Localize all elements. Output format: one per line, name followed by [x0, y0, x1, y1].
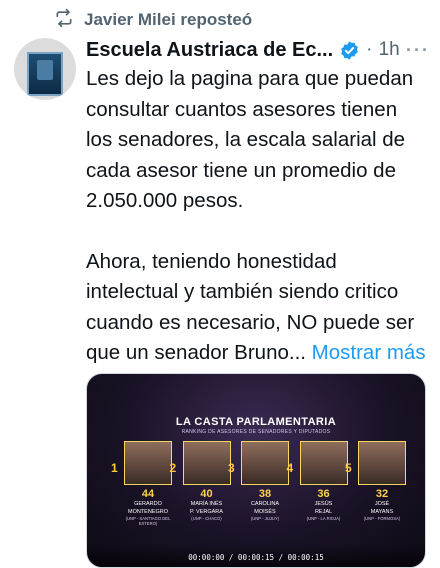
- verified-badge-icon[interactable]: [339, 40, 360, 61]
- tweet-paragraph-2: Ahora, teniendo honestidad intelectual y…: [86, 247, 426, 369]
- senator-name-line2: REJAL: [314, 508, 333, 515]
- senator-photo: [241, 441, 289, 485]
- repost-header: Javier Milei reposteó: [54, 8, 252, 32]
- rank-number: 2: [169, 461, 177, 475]
- avatar-image: [27, 52, 63, 96]
- rank-number: 1: [111, 461, 118, 475]
- rank-number: 4: [286, 461, 294, 475]
- advisor-count: 32: [375, 488, 389, 500]
- video-media[interactable]: LA CASTA PARLAMENTARIA RANKING DE ASESOR…: [86, 373, 426, 568]
- author-avatar[interactable]: [14, 38, 76, 100]
- senator-name-line1: CAROLINA: [250, 501, 280, 507]
- tweet-text: Les dejo la pagina para que puedan consu…: [86, 64, 426, 369]
- senator-photo: [358, 441, 406, 485]
- senator-photo: [182, 441, 231, 485]
- senator-province: (UNP - LA RIOJA): [306, 516, 341, 521]
- show-more-link[interactable]: Mostrar más: [312, 341, 426, 364]
- senator-province: (UNP - CHACO): [191, 516, 222, 521]
- advisor-count: 40: [200, 488, 213, 500]
- repost-icon: [54, 8, 74, 33]
- senator-name-line1: JESÚS: [314, 501, 333, 507]
- ranking-item: 1 44 GERARDO MONTENEGRO (UNP - SANTIAGO …: [111, 441, 173, 541]
- advisor-count: 36: [317, 488, 330, 500]
- tweet-time[interactable]: 1h: [379, 39, 400, 61]
- tweet-paragraph-1: Les dejo la pagina para que puedan consu…: [86, 67, 414, 212]
- senator-name-line1: GERARDO: [134, 501, 162, 507]
- separator-dot: ·: [366, 39, 373, 60]
- senator-name-line2: P. VERGARA: [190, 508, 223, 515]
- rank-number: 3: [228, 461, 235, 475]
- senator-province: (UNP - JUJUY): [250, 516, 280, 521]
- tweet-header: Escuela Austriaca de Ec... · 1h ···: [86, 36, 430, 64]
- senator-photo: [299, 441, 348, 485]
- video-timecode: 00:00:00 / 00:00:15 / 00:00:15: [188, 553, 324, 562]
- senator-name-line2: MONTENEGRO: [127, 508, 169, 515]
- ranking-item: 5 32 JOSÉ MAYANS (UNP - FORMOSA): [345, 441, 407, 541]
- video-title: LA CASTA PARLAMENTARIA: [175, 416, 337, 428]
- senator-photo: [124, 441, 172, 485]
- senator-province: (UNP - SANTIAGO DEL ESTERO): [125, 516, 171, 526]
- video-subtitle: RANKING DE ASESORES DE SENADORES Y DIPUT…: [181, 429, 331, 435]
- advisor-count: 38: [258, 488, 272, 500]
- senator-name-line2: MAYANS: [370, 508, 394, 515]
- ranking-item: 2 40 MARÍA INÉS P. VERGARA (UNP - CHACO): [170, 441, 232, 541]
- senator-name-line1: JOSÉ: [374, 501, 390, 507]
- repost-label[interactable]: Javier Milei reposteó: [84, 10, 252, 30]
- senator-name-line1: MARÍA INÉS: [190, 501, 223, 507]
- ranking-item: 4 36 JESÚS REJAL (UNP - LA RIOJA): [287, 441, 349, 541]
- author-name[interactable]: Escuela Austriaca de Ec...: [86, 39, 333, 62]
- more-options-icon[interactable]: ···: [406, 40, 430, 61]
- ranking-list: 1 44 GERARDO MONTENEGRO (UNP - SANTIAGO …: [111, 441, 407, 541]
- advisor-count: 44: [141, 488, 155, 500]
- ranking-item: 3 38 CAROLINA MOISÉS (UNP - JUJUY): [228, 441, 290, 541]
- rank-number: 5: [345, 461, 352, 475]
- senator-province: (UNP - FORMOSA): [363, 516, 401, 521]
- senator-name-line2: MOISÉS: [254, 508, 276, 515]
